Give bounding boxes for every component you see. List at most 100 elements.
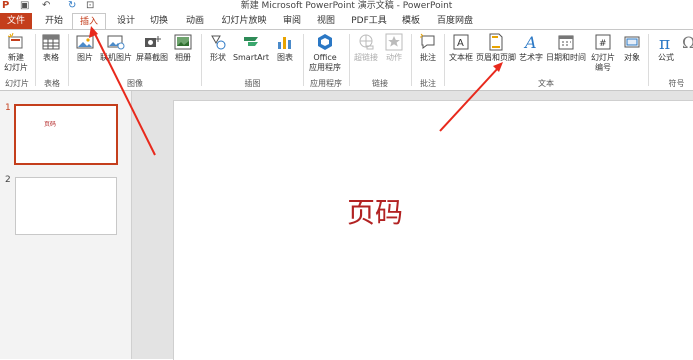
datetime-button[interactable]: 日期和时间 [546, 33, 586, 63]
thumbnail-number: 1 [5, 103, 11, 113]
wordart-icon: A [523, 33, 537, 51]
slide-number-button[interactable]: # 幻灯片 编号 [588, 33, 618, 73]
picture-icon [76, 35, 94, 49]
slide-text-box[interactable]: 页码 [347, 191, 403, 231]
group-label-illustrations: 插图 [244, 79, 261, 88]
wordart-label: 艺术字 [519, 53, 543, 62]
svg-text:A: A [523, 33, 537, 51]
header-footer-icon [489, 33, 503, 51]
table-button[interactable]: 表格 [38, 33, 64, 63]
tab-baidu-netdisk[interactable]: 百度网盘 [433, 13, 477, 29]
slide-editor: 页码 [132, 91, 693, 360]
group-label-tables: 表格 [44, 79, 60, 88]
new-slide-icon [7, 33, 23, 49]
screenshot-button[interactable]: 屏幕截图 [134, 33, 170, 63]
thumbnail-number: 2 [5, 175, 11, 185]
svg-text:π: π [659, 34, 670, 51]
office-apps-button[interactable]: Office 应用程序 [306, 33, 344, 73]
picture-label: 图片 [77, 53, 93, 62]
header-footer-label: 页眉和页脚 [476, 53, 516, 62]
comment-button[interactable]: 批注 [414, 33, 442, 63]
wordart-button[interactable]: A 艺术字 [518, 33, 544, 63]
slide-thumbnail-pane: 1 页码 2 [0, 91, 132, 359]
shapes-icon [211, 35, 226, 50]
thumbnail-text: 页码 [44, 121, 57, 128]
shapes-button[interactable]: 形状 [205, 33, 231, 63]
online-picture-button[interactable]: 联机图片 [98, 33, 134, 63]
tab-transitions[interactable]: 切换 [145, 13, 173, 29]
textbox-label: 文本框 [449, 53, 473, 62]
group-label-comments: 批注 [420, 79, 436, 88]
group-separator [35, 34, 36, 86]
group-label-images: 图像 [127, 79, 143, 88]
smartart-icon [244, 37, 258, 46]
datetime-label: 日期和时间 [546, 53, 586, 62]
picture-button[interactable]: 图片 [72, 33, 98, 63]
header-footer-button[interactable]: 页眉和页脚 [476, 33, 516, 63]
omega-symbol-icon: Ω [682, 33, 693, 51]
group-separator [648, 34, 649, 86]
equation-button[interactable]: π 公式 [652, 33, 680, 63]
chart-button[interactable]: 图表 [272, 33, 298, 63]
screenshot-label: 屏幕截图 [136, 53, 168, 62]
online-picture-icon [107, 35, 125, 50]
group-label-symbols: 符号 [668, 79, 685, 88]
tab-templates[interactable]: 模板 [397, 13, 425, 29]
tab-view[interactable]: 视图 [312, 13, 340, 29]
calendar-icon [558, 35, 574, 50]
shapes-label: 形状 [210, 53, 226, 62]
symbol-button[interactable]: Ω [682, 33, 693, 53]
slide-thumbnail-2[interactable] [15, 177, 117, 235]
tab-home[interactable]: 开始 [40, 13, 68, 29]
group-label-links: 链接 [372, 79, 388, 88]
table-icon [42, 34, 60, 50]
new-slide-label: 新建 幻灯片 [4, 53, 28, 72]
equation-label: 公式 [658, 53, 674, 62]
hyperlink-button[interactable]: 超链接 [352, 33, 380, 63]
album-button[interactable]: 相册 [170, 33, 196, 63]
tab-slideshow[interactable]: 幻灯片放映 [220, 13, 268, 29]
object-icon [624, 36, 640, 48]
group-label-apps: 应用程序 [310, 79, 342, 88]
group-separator [349, 34, 350, 86]
album-icon [174, 34, 192, 50]
window-title: 新建 Microsoft PowerPoint 演示文稿 - PowerPoin… [240, 1, 453, 11]
action-label: 动作 [386, 53, 402, 62]
tab-review[interactable]: 审阅 [278, 13, 306, 29]
group-label-text: 文本 [538, 79, 554, 88]
ribbon-tabs: 文件 开始 插入 设计 切换 动画 幻灯片放映 审阅 视图 PDF工具 模板 百… [0, 13, 693, 30]
online-picture-label: 联机图片 [100, 53, 132, 62]
chart-label: 图表 [277, 53, 293, 62]
svg-text:A: A [457, 38, 464, 49]
tab-design[interactable]: 设计 [112, 13, 140, 29]
action-button[interactable]: 动作 [381, 33, 407, 63]
pi-equation-icon: π [659, 34, 670, 51]
tab-animations[interactable]: 动画 [181, 13, 209, 29]
new-slide-button[interactable]: 新建 幻灯片 [0, 33, 32, 73]
table-label: 表格 [43, 53, 59, 62]
slide-number-label: 幻灯片 编号 [591, 53, 615, 72]
current-slide[interactable]: 页码 [173, 100, 693, 360]
tab-file[interactable]: 文件 [0, 13, 32, 29]
screenshot-icon [145, 36, 161, 47]
svg-text:#: # [599, 39, 607, 49]
object-button[interactable]: 对象 [620, 33, 644, 63]
office-apps-label: Office 应用程序 [309, 53, 341, 72]
slide-thumbnail-1[interactable]: 页码 [14, 104, 118, 165]
group-separator [444, 34, 445, 86]
hyperlink-label: 超链接 [354, 53, 378, 62]
action-star-icon [385, 33, 403, 51]
object-label: 对象 [624, 53, 640, 62]
comment-icon [420, 33, 435, 49]
group-separator [68, 34, 69, 86]
svg-text:Ω: Ω [682, 33, 693, 51]
smartart-label: SmartArt [232, 53, 270, 62]
slide-number-icon: # [595, 34, 611, 50]
tab-pdf-tools[interactable]: PDF工具 [347, 13, 391, 29]
group-separator [201, 34, 202, 86]
comment-label: 批注 [420, 53, 436, 62]
album-label: 相册 [175, 53, 191, 62]
smartart-button[interactable]: SmartArt [232, 33, 270, 63]
tab-insert[interactable]: 插入 [72, 13, 106, 30]
textbox-button[interactable]: A 文本框 [447, 33, 475, 63]
